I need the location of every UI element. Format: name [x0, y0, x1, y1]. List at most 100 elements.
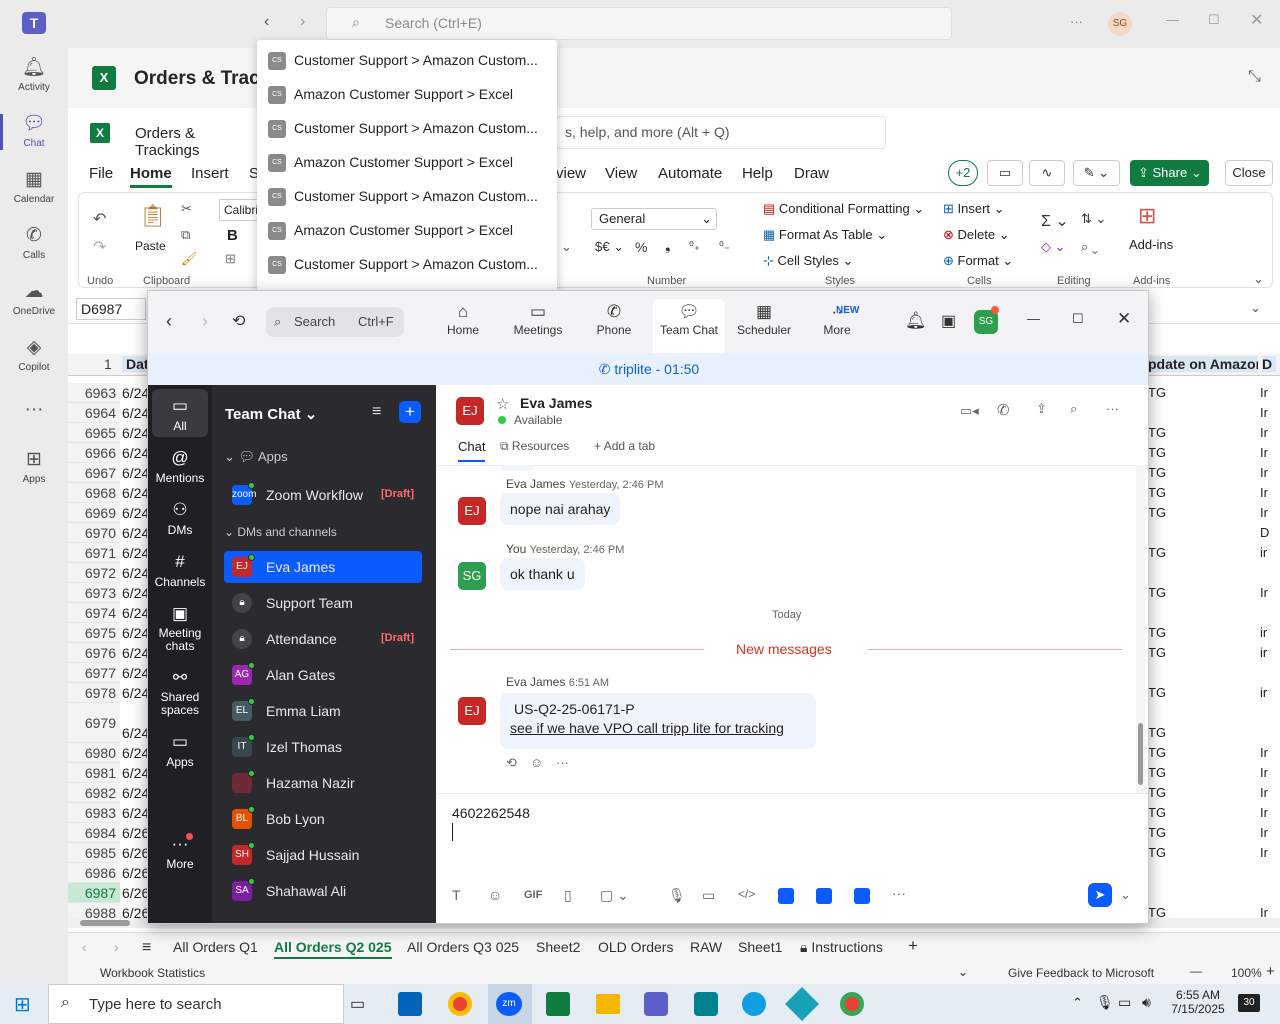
- suggestion-item[interactable]: CS Customer Support > Amazon Custom...: [257, 248, 557, 282]
- cell-date[interactable]: 6/24: [122, 643, 148, 663]
- rail-copilot[interactable]: ◈ Copilot: [0, 336, 68, 373]
- ribbon-collapse-icon[interactable]: ⌄: [1253, 271, 1264, 287]
- chat-list-item[interactable]: BL Bob Lyon: [224, 803, 422, 835]
- whiteboard-icon[interactable]: [816, 888, 832, 904]
- cell-date[interactable]: 6/24: [122, 623, 148, 643]
- align-chevron-icon[interactable]: ⌄: [561, 239, 572, 255]
- cell-d[interactable]: Ir: [1258, 463, 1274, 483]
- activity-button[interactable]: ∿: [1029, 160, 1065, 186]
- contact-avatar[interactable]: EJ: [456, 397, 484, 425]
- outlook-icon[interactable]: [398, 992, 422, 1016]
- rail-calls[interactable]: ✆ Calls: [0, 224, 68, 261]
- cell-d[interactable]: Ir: [1258, 483, 1274, 503]
- chat-list-item[interactable]: EJ Eva James: [224, 551, 422, 583]
- maximize-icon[interactable]: ☐: [1208, 12, 1220, 28]
- cell-d[interactable]: Ir: [1258, 383, 1274, 403]
- suggestion-item[interactable]: CS Amazon Customer Support > Excel: [257, 214, 557, 248]
- collaborators-count[interactable]: +2: [948, 160, 978, 186]
- cell-d[interactable]: [1258, 563, 1274, 583]
- row-number[interactable]: 6987: [68, 883, 120, 903]
- tell-me-input[interactable]: s, help, and more (Alt + Q): [556, 116, 886, 149]
- cell-amazon-update[interactable]: TG: [1148, 783, 1258, 803]
- emoji-icon[interactable]: ☺: [488, 887, 502, 903]
- row-number[interactable]: 6981: [68, 763, 120, 783]
- video-message-icon[interactable]: ▭: [702, 887, 715, 904]
- star-icon[interactable]: ☆: [496, 395, 509, 413]
- cell-amazon-update[interactable]: [1148, 863, 1258, 883]
- zoom-out-icon[interactable]: —: [1190, 964, 1202, 978]
- sheet-tab-active[interactable]: All Orders Q2 025: [274, 939, 392, 959]
- cell-d[interactable]: Ir: [1258, 843, 1274, 863]
- notification-bell-icon[interactable]: 🔔︎: [905, 311, 927, 331]
- phone-icon[interactable]: ✆: [997, 401, 1010, 419]
- back-arrow-icon[interactable]: ‹: [264, 13, 269, 31]
- chrome-icon[interactable]: [448, 992, 472, 1016]
- number-format-select[interactable]: General ⌄: [591, 208, 717, 230]
- scroll-thumb[interactable]: [1138, 723, 1143, 785]
- cell-date[interactable]: 6/24: [122, 743, 148, 763]
- windows-start-icon[interactable]: ⊞: [14, 992, 31, 1017]
- meeting-banner[interactable]: ✆ triplite - 01:50: [148, 353, 1148, 385]
- calendar-icon[interactable]: ▣: [941, 311, 956, 331]
- comma-icon[interactable]: ❟: [665, 237, 671, 254]
- row-number[interactable]: 6964: [68, 403, 120, 423]
- app-icon[interactable]: [694, 992, 718, 1016]
- menu-help[interactable]: Help: [742, 165, 773, 182]
- addins-button[interactable]: Add-ins: [1129, 237, 1173, 252]
- screenshot-icon[interactable]: ▢ ⌄: [600, 887, 629, 904]
- menu-insert[interactable]: Insert: [191, 165, 229, 182]
- format-cells-button[interactable]: ⊕ Format ⌄: [943, 253, 1013, 269]
- cell-d[interactable]: Ir: [1258, 403, 1274, 423]
- cell-d[interactable]: Ir: [1258, 763, 1274, 783]
- sort-filter-icon[interactable]: ⇅ ⌄: [1081, 211, 1106, 227]
- format-as-table-button[interactable]: ▦ Format As Table ⌄: [763, 227, 887, 243]
- contact-name[interactable]: Eva James: [520, 395, 592, 411]
- paste-icon[interactable]: 📋︎: [139, 203, 167, 229]
- cell-date[interactable]: 6/24: [122, 763, 148, 783]
- tab-chat[interactable]: Chat: [458, 439, 486, 462]
- suggestion-item[interactable]: CS Customer Support > Amazon Custom...: [257, 180, 557, 214]
- cell-amazon-update[interactable]: [1148, 403, 1258, 423]
- sheet-tab-instructions[interactable]: 🔒︎ Instructions: [800, 939, 883, 956]
- undo-icon[interactable]: ↶: [93, 209, 106, 229]
- rail-apps[interactable]: ⊞ Apps: [0, 448, 68, 485]
- increase-decimal-icon[interactable]: ⁰₊: [689, 239, 700, 253]
- addins-icon[interactable]: ⊞: [1138, 203, 1156, 229]
- send-button[interactable]: ➤: [1088, 883, 1112, 907]
- autosum-icon[interactable]: Σ ⌄: [1041, 211, 1069, 231]
- chat-list-item[interactable]: AG Alan Gates: [224, 659, 422, 691]
- format-text-icon[interactable]: T: [452, 887, 461, 903]
- find-icon[interactable]: ⌕ ⌄: [1081, 239, 1098, 255]
- row-number[interactable]: 6977: [68, 663, 120, 683]
- forward-arrow-icon[interactable]: ›: [300, 13, 305, 31]
- cell-amazon-update[interactable]: TG: [1148, 823, 1258, 843]
- suggestion-item[interactable]: CS Amazon Customer Support > Excel: [257, 78, 557, 112]
- window-more-icon[interactable]: ···: [1070, 14, 1083, 29]
- message-bubble[interactable]: ok thank u: [500, 558, 585, 590]
- cell-date[interactable]: 6/24: [122, 783, 148, 803]
- code-icon[interactable]: </>: [738, 887, 755, 901]
- forward-arrow-icon[interactable]: ›: [202, 311, 208, 332]
- tab-team-chat[interactable]: 💬︎ Team Chat: [654, 301, 724, 337]
- share-screen-icon[interactable]: ⇪: [1036, 401, 1047, 417]
- row-number[interactable]: 6986: [68, 863, 120, 883]
- row-number[interactable]: 6970: [68, 523, 120, 543]
- share-button[interactable]: ⇪ Share ⌄: [1130, 160, 1209, 186]
- format-painter-icon[interactable]: 🖌︎: [181, 251, 198, 267]
- reply-icon[interactable]: ⟲: [506, 755, 517, 771]
- menu-view[interactable]: View: [605, 165, 637, 182]
- chat-list-item[interactable]: 🔒︎ Attendance [Draft]: [224, 623, 422, 655]
- section-apps[interactable]: ⌄ 💬︎ Apps: [224, 449, 288, 465]
- status-chevron-icon[interactable]: ⌄: [958, 965, 968, 979]
- cell-amazon-update[interactable]: [1148, 523, 1258, 543]
- font-name-select[interactable]: Calibri: [219, 199, 259, 221]
- nav-more[interactable]: ··· More: [148, 833, 212, 871]
- sheet-tab[interactable]: OLD Orders: [598, 939, 673, 955]
- avatar[interactable]: SG: [1108, 12, 1132, 36]
- suggestion-item[interactable]: CS Amazon Customer Support > Excel: [257, 146, 557, 180]
- menu-home[interactable]: Home: [130, 165, 172, 188]
- filter-icon[interactable]: ≡: [372, 403, 381, 421]
- row-number[interactable]: 6966: [68, 443, 120, 463]
- menu-file[interactable]: File: [89, 165, 113, 182]
- row-number[interactable]: 6983: [68, 803, 120, 823]
